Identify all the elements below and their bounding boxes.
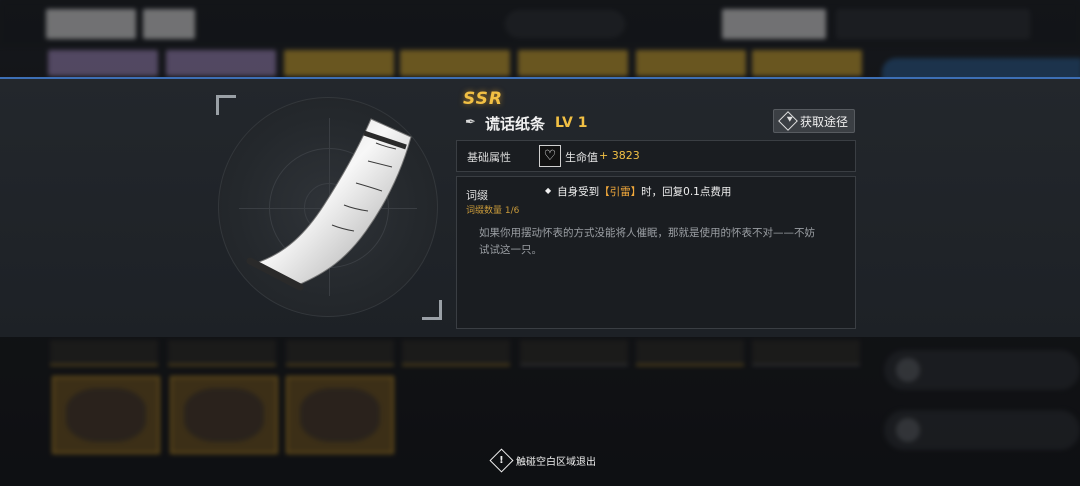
affix-keyword: 【引雷】 — [599, 186, 642, 198]
affix-count: 词缀数量 1/6 — [466, 206, 520, 216]
base-attributes-box: 基础属性 ♡ 生命值 + 3823 — [456, 140, 856, 172]
exit-hint-label: 触碰空白区域退出 — [516, 457, 596, 468]
exclamation-diamond-icon: ! — [489, 448, 514, 473]
bullet-diamond-icon: ◆ — [545, 186, 552, 195]
stat-name: 生命值 — [565, 151, 598, 164]
frame-corner-top-left — [216, 95, 236, 115]
acquire-button-label: 获取途径 — [800, 114, 849, 129]
stat-value: + 3823 — [599, 149, 640, 162]
item-detail-panel: SSR ✒ 谎话纸条 LV 1 获取途径 基础属性 ♡ 生命值 + 3823 词… — [0, 77, 1080, 337]
heart-icon: ♡ — [539, 145, 561, 167]
affix-box: 词缀 词缀数量 1/6 ◆ 自身受到 【引雷】 时，回复0.1点费用 如果你用摆… — [456, 176, 856, 329]
flavor-text: 如果你用摆动怀表的方式没能将人催眠，那就是使用的怀表不对——不妨试试这一只。 — [479, 227, 815, 256]
rarity-badge: SSR — [463, 89, 503, 109]
paper-note-item-image — [246, 118, 412, 291]
base-attributes-label: 基础属性 — [467, 151, 511, 164]
pen-icon: ✒ — [465, 115, 476, 130]
item-name: 谎话纸条 — [485, 114, 546, 133]
affix-effect: ◆ 自身受到 【引雷】 时，回复0.1点费用 — [545, 186, 732, 198]
item-level: LV 1 — [555, 115, 588, 131]
acquire-diamond-icon — [778, 111, 798, 131]
frame-corner-bottom-right — [422, 300, 442, 320]
affix-label: 词缀 — [466, 189, 488, 202]
acquire-button[interactable]: 获取途径 — [773, 109, 855, 133]
item-title-row: ✒ 谎话纸条 LV 1 — [465, 113, 587, 133]
exit-hint: ! 触碰空白区域退出 — [489, 448, 596, 473]
